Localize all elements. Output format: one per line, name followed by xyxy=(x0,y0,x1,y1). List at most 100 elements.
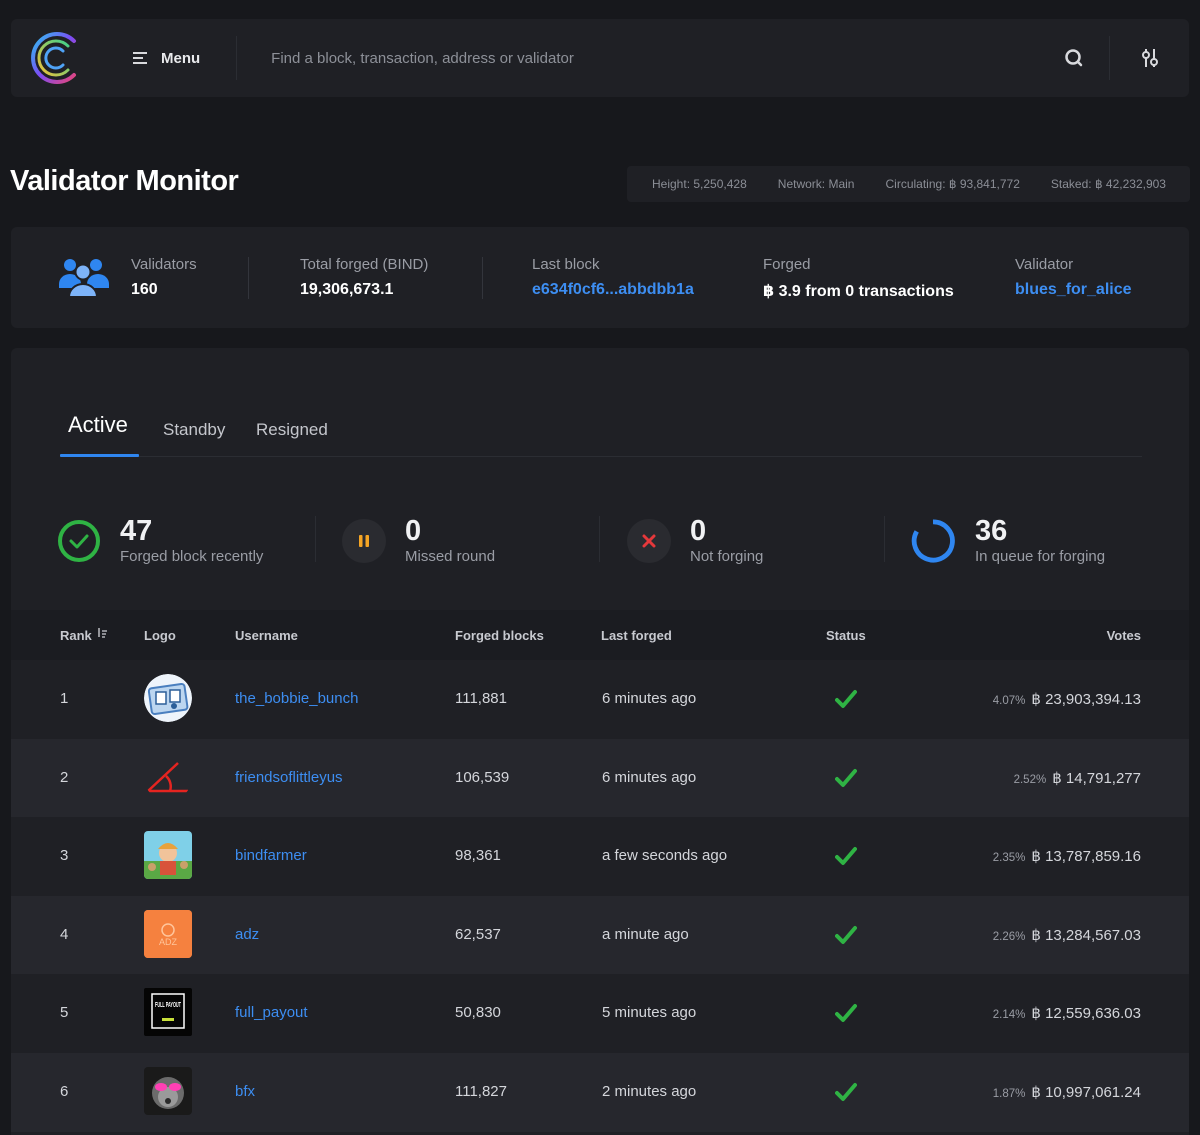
last-block-label: Last block xyxy=(532,256,600,273)
last-forged-cell: 2 minutes ago xyxy=(602,1082,697,1100)
counter-missed-number: 0 xyxy=(405,515,422,547)
table-row[interactable]: 3 bindfarmer 98,361 a few seconds ago 2.… xyxy=(11,817,1189,896)
counter-missed: 0 Missed round xyxy=(342,508,602,578)
validator-avatar xyxy=(144,674,192,722)
rank-header-label: Rank xyxy=(60,628,92,643)
table-row[interactable]: 4 ADZ adz 62,537 a minute ago 2.26% ฿ 13,… xyxy=(11,895,1189,975)
counter-queue-number: 36 xyxy=(975,515,1008,547)
vote-amount: ฿ 13,284,567.03 xyxy=(1031,926,1141,944)
vote-percent: 4.07% xyxy=(992,695,1026,707)
username-link[interactable]: adz xyxy=(235,926,259,943)
pause-icon xyxy=(342,519,386,563)
divider xyxy=(599,516,600,562)
rank-cell: 3 xyxy=(60,847,69,865)
rank-header[interactable]: Rank xyxy=(60,628,108,643)
validators-group-icon xyxy=(58,256,110,303)
status-check-icon xyxy=(835,768,857,792)
search-input[interactable] xyxy=(237,49,1039,67)
network-stats: Height: 5,250,428 Network: Main Circulat… xyxy=(627,166,1190,202)
validators-table: Rank Logo Username Forged blocks Last fo… xyxy=(11,610,1189,1132)
total-forged-label: Total forged (BIND) xyxy=(300,256,429,273)
votes-header[interactable]: Votes xyxy=(1107,628,1141,643)
settings-button[interactable] xyxy=(1109,36,1189,80)
votes-cell: 2.26% ฿ 13,284,567.03 xyxy=(993,926,1141,944)
username-header[interactable]: Username xyxy=(235,628,298,643)
last-block-link[interactable]: e634f0cf6...abbdbb1a xyxy=(532,281,694,299)
menu-icon xyxy=(133,52,147,64)
vote-percent: 2.14% xyxy=(992,1009,1026,1022)
validators-stat: Validators 160 xyxy=(131,256,197,299)
username-link[interactable]: bindfarmer xyxy=(235,847,307,864)
validator-avatar: FULL PAYOUT xyxy=(144,988,192,1037)
logo-header: Logo xyxy=(144,628,176,643)
divider xyxy=(315,516,316,562)
vote-amount: ฿ 14,791,277 xyxy=(1052,769,1141,787)
validators-panel: Active Standby Resigned 47 Forged block … xyxy=(11,348,1189,1135)
counter-not-forging-caption: Not forging xyxy=(690,548,764,565)
table-row[interactable]: 6 bfx 111,827 2 minutes ago 1.87% ฿ 10,99… xyxy=(11,1052,1189,1132)
page-title: Validator Monitor xyxy=(10,165,239,197)
menu-label: Menu xyxy=(161,49,201,67)
last-forged-header[interactable]: Last forged xyxy=(601,628,672,643)
tab-active[interactable]: Active xyxy=(60,400,139,457)
vote-amount: ฿ 10,997,061.24 xyxy=(1031,1083,1141,1101)
status-header[interactable]: Status xyxy=(826,628,866,643)
table-header: Rank Logo Username Forged blocks Last fo… xyxy=(11,610,1189,660)
validators-value: 160 xyxy=(131,281,158,298)
search-button[interactable] xyxy=(1039,36,1109,80)
votes-cell: 2.14% ฿ 12,559,636.03 xyxy=(993,1004,1141,1022)
close-icon xyxy=(627,519,671,563)
counter-queue-caption: In queue for forging xyxy=(975,548,1106,565)
last-forged-cell: 6 minutes ago xyxy=(602,768,697,786)
counter-forged-caption: Forged block recently xyxy=(120,548,264,565)
divider xyxy=(248,257,249,299)
vote-percent: 1.87% xyxy=(992,1087,1026,1100)
vote-percent: 2.52% xyxy=(1013,773,1047,786)
forged-label: Forged xyxy=(763,256,811,273)
tab-standby[interactable]: Standby xyxy=(163,400,225,456)
validator-label: Validator xyxy=(1015,256,1074,273)
validator-link[interactable]: blues_for_alice xyxy=(1015,281,1132,299)
network-stat: Network: Main xyxy=(777,177,855,191)
rank-cell: 4 xyxy=(60,925,69,943)
forged-blocks-cell: 106,539 xyxy=(455,768,510,786)
counter-forged: 47 Forged block recently xyxy=(57,508,317,578)
table-row[interactable]: 1 the_bobbie_bunch 111,881 6 minutes ago… xyxy=(11,660,1189,739)
username-link[interactable]: friendsoflittleyus xyxy=(235,769,343,786)
counter-missed-caption: Missed round xyxy=(405,548,496,565)
status-check-icon xyxy=(835,1003,857,1027)
last-forged-cell: 6 minutes ago xyxy=(602,690,697,707)
rank-cell: 5 xyxy=(60,1004,69,1022)
circulating-stat: Circulating: ฿ 93,841,772 xyxy=(885,177,1020,191)
username-link[interactable]: the_bobbie_bunch xyxy=(235,690,358,707)
vote-percent: 2.35% xyxy=(992,852,1026,865)
vote-amount: ฿ 23,903,394.13 xyxy=(1031,691,1141,708)
forged-blocks-cell: 111,881 xyxy=(455,690,507,707)
search-icon xyxy=(1065,49,1083,67)
adz-logo-text: ADZ xyxy=(159,937,178,947)
forged-blocks-cell: 98,361 xyxy=(455,847,501,865)
forged-header[interactable]: Forged blocks xyxy=(455,628,544,643)
spinner-icon xyxy=(911,519,955,563)
table-row[interactable]: 2 friendsoflittleyus 106,539 6 minutes a… xyxy=(11,738,1189,818)
votes-cell: 2.35% ฿ 13,787,859.16 xyxy=(993,847,1141,865)
validator-avatar xyxy=(144,1066,192,1115)
last-forged-cell: a few seconds ago xyxy=(602,847,728,865)
username-link[interactable]: bfx xyxy=(235,1083,255,1100)
username-link[interactable]: full_payout xyxy=(235,1004,308,1021)
menu-button[interactable]: Menu xyxy=(101,36,238,80)
tab-resigned[interactable]: Resigned xyxy=(256,400,328,456)
height-stat: Height: 5,250,428 xyxy=(652,177,747,191)
table-row[interactable]: 5 FULL PAYOUT full_payout 50,830 5 minut… xyxy=(11,974,1189,1053)
status-check-icon xyxy=(835,925,857,949)
vote-amount: ฿ 12,559,636.03 xyxy=(1031,1005,1141,1023)
votes-cell: 4.07% ฿ 23,903,394.13 xyxy=(993,690,1141,708)
counter-not-forging: 0 Not forging xyxy=(627,508,887,578)
brand-logo-icon[interactable] xyxy=(11,19,101,97)
summary-card: Validators 160 Total forged (BIND) 19,30… xyxy=(11,227,1189,328)
forging-counters: 47 Forged block recently 0 Missed round xyxy=(11,508,1189,578)
status-check-icon xyxy=(835,846,857,870)
vote-amount: ฿ 13,787,859.16 xyxy=(1031,848,1141,866)
rank-cell: 2 xyxy=(60,768,69,786)
forged-blocks-cell: 50,830 xyxy=(455,1004,501,1022)
